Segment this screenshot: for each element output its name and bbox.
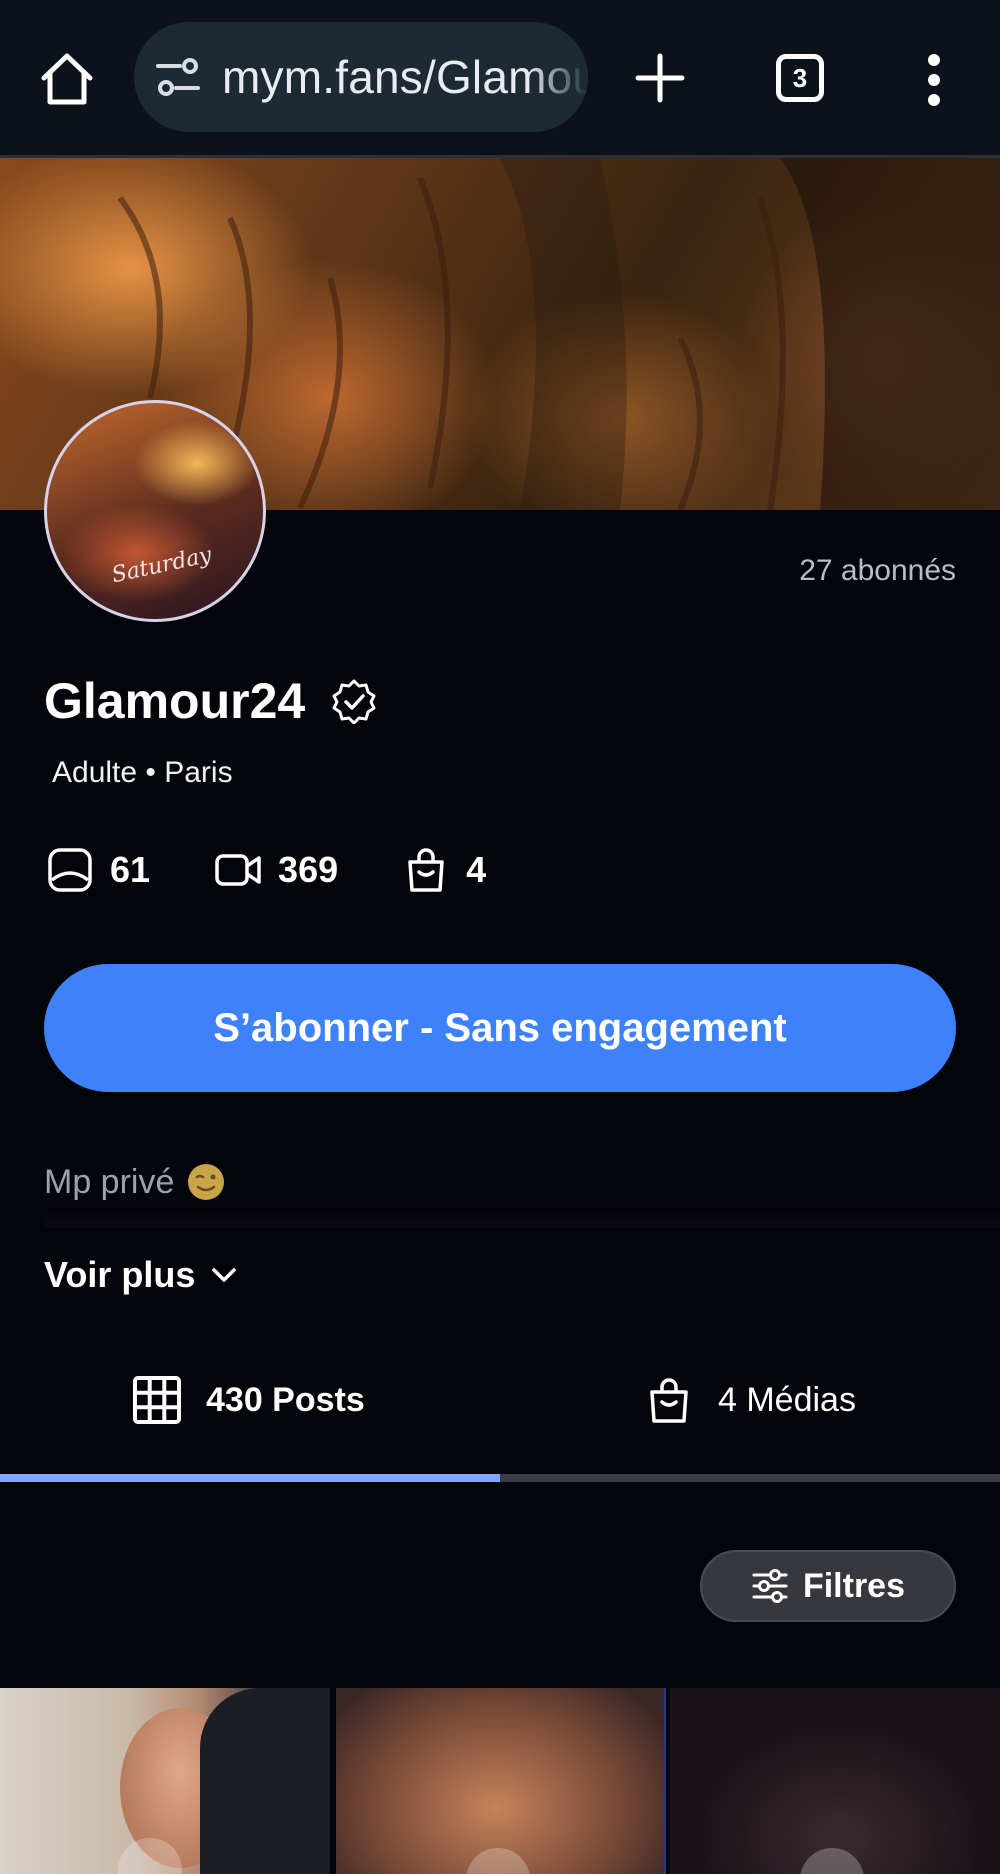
sliders-icon	[752, 1569, 788, 1603]
profile-name: Glamour24	[44, 673, 306, 729]
subscriber-count: 27 abonnés	[799, 554, 956, 587]
subscribe-button[interactable]: S’abonner - Sans engagement	[44, 964, 956, 1092]
home-icon[interactable]	[38, 50, 96, 108]
video-icon	[215, 854, 261, 886]
profile-name-row: Glamour24	[44, 668, 377, 734]
see-more-label: Voir plus	[44, 1254, 196, 1295]
more-options-icon[interactable]	[922, 52, 946, 108]
new-tab-icon[interactable]	[634, 52, 686, 104]
profile-stats: 61 369 4	[46, 842, 550, 898]
stat-photos: 61	[46, 846, 150, 894]
grid-icon	[133, 1376, 181, 1424]
lock-icon	[466, 1848, 530, 1874]
tab-posts[interactable]: 430 Posts	[132, 1370, 365, 1430]
post-thumbnail[interactable]	[0, 1688, 330, 1874]
avatar-signature: Saturday	[109, 542, 214, 589]
filters-label: Filtres	[802, 1566, 906, 1605]
active-tab-indicator	[0, 1474, 500, 1482]
profile-meta: Adulte • Paris	[52, 756, 233, 789]
shopping-bag-icon	[650, 1378, 688, 1423]
bio-fade	[44, 1210, 1000, 1228]
tab-medias[interactable]: 4 Médias	[644, 1370, 856, 1430]
filters-button[interactable]: Filtres	[700, 1550, 956, 1622]
address-bar[interactable]: mym.fans/Glamour24	[134, 22, 588, 132]
site-settings-icon[interactable]	[156, 58, 200, 96]
avatar[interactable]: Saturday	[44, 400, 266, 622]
shopping-bag-icon	[408, 848, 444, 892]
see-more-button[interactable]: Voir plus	[44, 1254, 239, 1296]
posts-grid	[0, 1688, 1000, 1874]
tab-medias-label: 4 Médias	[718, 1380, 856, 1419]
post-thumbnail[interactable]	[670, 1688, 1000, 1874]
inactive-tab-indicator	[500, 1474, 1000, 1482]
tab-posts-label: 430 Posts	[206, 1380, 365, 1419]
winking-face-emoji-icon	[188, 1164, 225, 1200]
bio-text: Mp privé	[44, 1162, 175, 1201]
profile-bio: Mp privé	[44, 1162, 226, 1202]
tab-switcher-button[interactable]: 3	[776, 54, 824, 102]
photo-icon	[48, 848, 92, 892]
stat-videos-count: 369	[278, 849, 339, 890]
verified-badge-icon	[332, 679, 376, 724]
stat-purchases: 4	[402, 846, 486, 894]
chevron-down-icon	[212, 1268, 237, 1282]
stat-videos: 369	[214, 846, 338, 894]
stat-purchases-count: 4	[466, 849, 487, 890]
url-fade	[528, 22, 588, 132]
post-image-detail	[200, 1688, 330, 1874]
browser-toolbar: mym.fans/Glamour24 3	[0, 0, 1000, 158]
stat-photos-count: 61	[110, 849, 151, 890]
post-thumbnail[interactable]	[336, 1688, 666, 1874]
lock-icon	[800, 1848, 864, 1874]
tab-count: 3	[792, 62, 808, 93]
